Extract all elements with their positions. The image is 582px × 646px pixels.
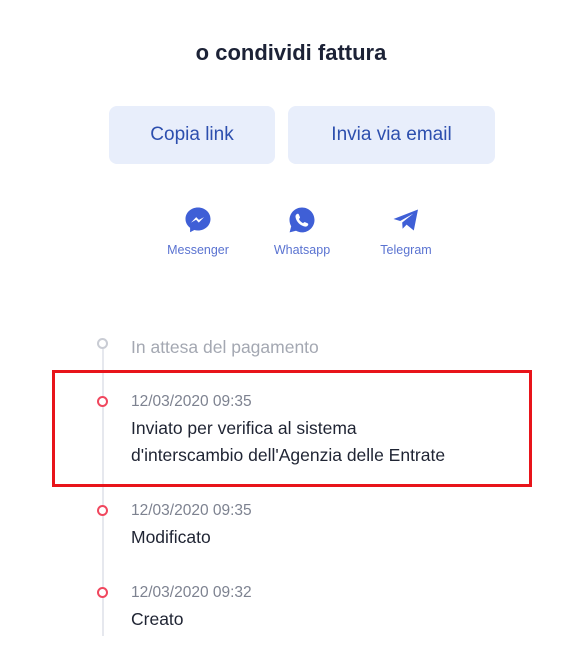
event-date: 12/03/2020 09:35 (131, 502, 252, 519)
messenger-icon (185, 207, 211, 233)
whatsapp-icon (289, 207, 315, 233)
highlight-box (52, 370, 532, 487)
copy-link-button[interactable]: Copia link (109, 106, 275, 164)
share-whatsapp-label: Whatsapp (273, 243, 331, 257)
event-description: Modificato (131, 527, 211, 547)
timeline-dot (97, 505, 108, 516)
timeline-event: 12/03/2020 09:35 Modificato (131, 502, 252, 551)
timeline-dot-pending (97, 338, 108, 349)
event-date: 12/03/2020 09:32 (131, 584, 252, 601)
share-telegram-button[interactable]: Telegram (361, 205, 451, 257)
timeline-event: 12/03/2020 09:32 Creato (131, 584, 252, 633)
event-description: Creato (131, 609, 184, 629)
share-telegram-label: Telegram (380, 243, 432, 257)
share-whatsapp-button[interactable]: Whatsapp (257, 205, 347, 257)
share-messenger-button[interactable]: Messenger (153, 205, 243, 257)
share-title: o condividi fattura (195, 40, 387, 65)
timeline-dot (97, 587, 108, 598)
timeline-pending-label: In attesa del pagamento (131, 337, 319, 357)
telegram-icon (393, 209, 418, 231)
share-messenger-label: Messenger (167, 243, 229, 257)
send-email-button[interactable]: Invia via email (288, 106, 495, 164)
